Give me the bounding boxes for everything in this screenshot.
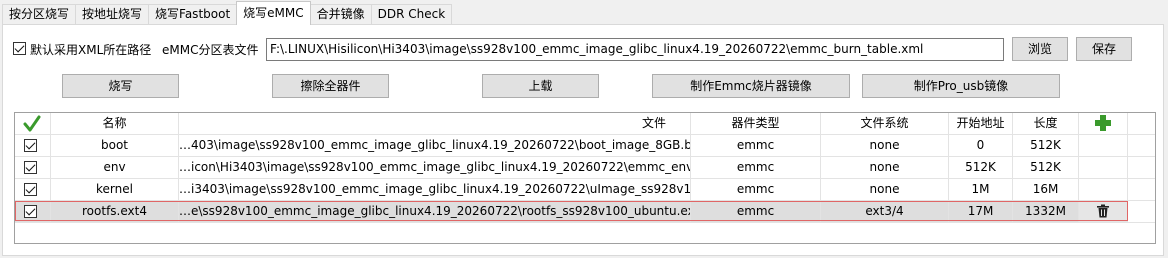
row-device-type: emmc [691,179,821,201]
header-file: 文件 [179,113,691,135]
use-xml-path-checkbox[interactable] [13,42,26,55]
row-file[interactable]: …403\image\ss928v100_emmc_image_glibc_li… [179,135,691,157]
header-add[interactable] [1079,113,1128,135]
table-row[interactable]: kernel …i3403\image\ss928v100_emmc_image… [15,179,1155,201]
tab-partition-burn[interactable]: 按分区烧写 [2,4,77,24]
row-name: kernel [51,179,179,201]
row-file[interactable]: …icon\Hi3403\image\ss928v100_emmc_image_… [179,157,691,179]
make-emmc-programmer-image-button[interactable]: 制作Emmc烧片器镜像 [652,74,850,98]
header-start-address: 开始地址 [949,113,1013,135]
delete-row-cell[interactable] [1079,201,1128,223]
table-row[interactable]: boot …403\image\ss928v100_emmc_image_gli… [15,135,1155,157]
row-file[interactable]: …e\ss928v100_emmc_image_glibc_linux4.19_… [179,201,691,223]
row-device-type: emmc [691,157,821,179]
tab-merge-image[interactable]: 合并镜像 [309,4,372,24]
row-name: rootfs.ext4 [51,201,179,223]
row-name: env [51,157,179,179]
tab-bar: 按分区烧写 按地址烧写 烧写Fastboot 烧写eMMC 合并镜像 DDR C… [2,1,453,25]
row-filesystem: none [821,179,949,201]
row-start-address: 1M [949,179,1013,201]
row-start-address: 512K [949,157,1013,179]
row-checkbox[interactable] [24,161,37,174]
row-filesystem: ext3/4 [821,201,949,223]
add-row-icon[interactable] [1094,114,1112,132]
tab-fastboot-burn[interactable]: 烧写Fastboot [148,4,238,24]
use-xml-path-label[interactable]: 默认采用XML所在路径 [30,41,151,58]
header-select-all[interactable] [15,113,51,135]
row-length: 512K [1013,135,1079,157]
row-checkbox[interactable] [24,183,37,196]
table-row-selected[interactable]: rootfs.ext4 …e\ss928v100_emmc_image_glib… [15,201,1155,223]
make-pro-usb-image-button[interactable]: 制作Pro_usb镜像 [862,74,1060,98]
green-check-icon[interactable] [22,114,42,134]
table-row[interactable]: env …icon\Hi3403\image\ss928v100_emmc_im… [15,157,1155,179]
trash-icon[interactable] [1096,204,1110,218]
save-button[interactable]: 保存 [1076,37,1132,61]
row-checkbox[interactable] [24,139,37,152]
row-file[interactable]: …i3403\image\ss928v100_emmc_image_glibc_… [179,179,691,201]
partition-table-label: eMMC分区表文件 [162,43,259,57]
row-length: 1332M [1013,201,1079,223]
erase-all-button[interactable]: 擦除全器件 [272,74,389,98]
row-device-type: emmc [691,135,821,157]
header-name: 名称 [51,113,179,135]
header-filesystem: 文件系统 [821,113,949,135]
burn-button[interactable]: 烧写 [62,74,179,98]
tab-ddr-check[interactable]: DDR Check [370,4,453,24]
row-filesystem: none [821,135,949,157]
browse-button[interactable]: 浏览 [1012,37,1068,61]
row-length: 16M [1013,179,1079,201]
table-header: 名称 文件 器件类型 文件系统 开始地址 长度 [15,113,1155,135]
row-length: 512K [1013,157,1079,179]
row-filesystem: none [821,157,949,179]
partition-table-path-field[interactable]: F:\.LINUX\Hisilicon\Hi3403\image\ss928v1… [266,38,1004,61]
upload-button[interactable]: 上载 [482,74,599,98]
tab-address-burn[interactable]: 按地址烧写 [75,4,150,24]
row-name: boot [51,135,179,157]
row-checkbox[interactable] [24,205,37,218]
row-start-address: 17M [949,201,1013,223]
tab-emmc-burn[interactable]: 烧写eMMC [236,1,311,25]
row-device-type: emmc [691,201,821,223]
partition-table: 名称 文件 器件类型 文件系统 开始地址 长度 boot …403\image\… [14,112,1156,244]
row-start-address: 0 [949,135,1013,157]
header-length: 长度 [1013,113,1079,135]
header-device-type: 器件类型 [691,113,821,135]
